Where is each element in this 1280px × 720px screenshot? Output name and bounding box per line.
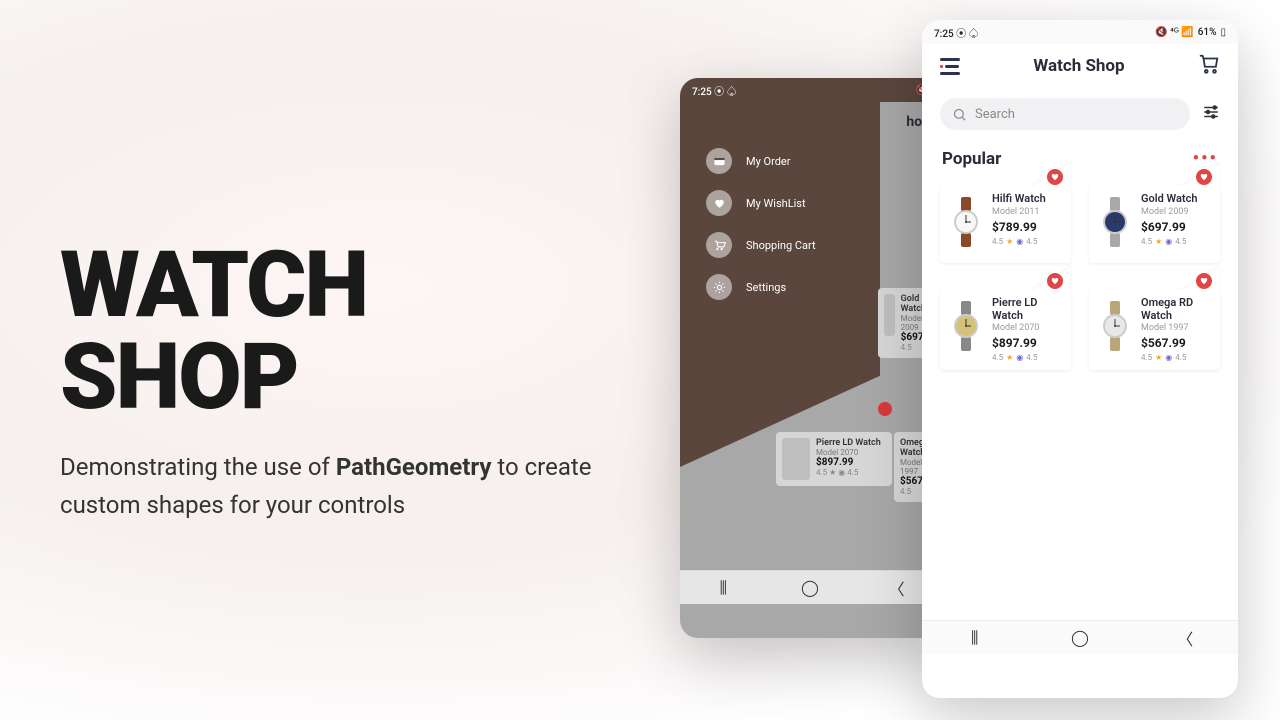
nav-drawer: My Order My WishList Shopping Cart Settings: [680, 102, 880, 467]
headline: WATCH SHOP: [60, 240, 620, 424]
drawer-item-icon: [706, 274, 732, 300]
status-time: 7:25: [692, 87, 712, 98]
subline-bold: PathGeometry: [336, 453, 492, 481]
status-bar: 7:25 ⦿ ♤ 🔇: [680, 78, 940, 102]
product-card[interactable]: Pierre LD WatchModel 2070 $897.99 4.5 ★ ◉ …: [940, 289, 1071, 370]
product-name: Gold Watch: [1141, 193, 1212, 206]
nav-recent-icon[interactable]: ⫼: [957, 628, 993, 648]
watch-thumbnail: [1097, 193, 1133, 251]
nav-back-icon[interactable]: 〈: [1167, 626, 1203, 650]
search-placeholder: Search: [975, 107, 1015, 122]
drawer-item-label: Shopping Cart: [746, 239, 816, 252]
nav-home-icon[interactable]: ◯: [792, 578, 828, 597]
product-rating: 4.5 ★ ◉ 4.5: [816, 468, 881, 477]
favorite-button[interactable]: [1047, 273, 1063, 289]
product-name: Hilfi Watch: [992, 193, 1063, 206]
phone-drawer: 7:25 ⦿ ♤ 🔇 hop My OrderMy WishListShoppi…: [680, 78, 940, 638]
status-icons: 🔇 ⁴ᴳ 📶 61% ▯: [1155, 27, 1226, 38]
drawer-item-label: My Order: [746, 155, 791, 168]
drawer-item[interactable]: Settings: [706, 274, 880, 300]
product-card[interactable]: Gold WatchModel 2009 $697.99 4.5 ★ ◉ 4.5: [1089, 185, 1220, 263]
menu-icon[interactable]: [940, 58, 960, 75]
product-name: Pierre LD Watch: [816, 438, 881, 448]
drawer-item-icon: [706, 190, 732, 216]
app-bar: Watch Shop: [922, 44, 1238, 88]
nav-back-icon[interactable]: 〈: [879, 576, 915, 600]
status-battery: 61%: [1198, 27, 1217, 38]
favorite-button[interactable]: [1196, 273, 1212, 289]
android-navbar: ⫼ ◯ 〈: [922, 620, 1238, 654]
status-time: 7:25: [934, 29, 954, 40]
subline: Demonstrating the use of PathGeometry to…: [60, 448, 620, 525]
nav-recent-icon[interactable]: ⫼: [705, 578, 741, 598]
product-rating: 4.5 ★ ◉ 4.5: [992, 237, 1063, 246]
drawer-item-label: Settings: [746, 281, 786, 294]
product-rating: 4.5 ★ ◉ 4.5: [1141, 353, 1212, 362]
watch-thumbnail: [948, 193, 984, 251]
watch-thumbnail: [782, 438, 810, 480]
product-price: $567.99: [1141, 336, 1212, 350]
favorite-button[interactable]: [1196, 169, 1212, 185]
product-price: $789.99: [992, 220, 1063, 234]
product-model: Model 2011: [992, 207, 1063, 217]
drawer-item-icon: [706, 232, 732, 258]
status-bar: 7:25 ⦿ ♤ 🔇 ⁴ᴳ 📶 61% ▯: [922, 20, 1238, 44]
product-card[interactable]: Omega RD WatchModel 1997 $567.99 4.5 ★ ◉ 4…: [1089, 289, 1220, 370]
product-model: Model 2009: [1141, 207, 1212, 217]
product-name: Omega RD Watch: [1141, 297, 1212, 322]
drawer-item-icon: [706, 148, 732, 174]
favorite-button[interactable]: [1047, 169, 1063, 185]
drawer-item[interactable]: My WishList: [706, 190, 880, 216]
drawer-item-label: My WishList: [746, 197, 806, 210]
cart-icon[interactable]: [1198, 53, 1220, 79]
heart-icon[interactable]: [878, 402, 892, 416]
drawer-item[interactable]: Shopping Cart: [706, 232, 880, 258]
product-price: $697.99: [1141, 220, 1212, 234]
product-rating: 4.5 ★ ◉ 4.5: [992, 353, 1063, 362]
app-title: Watch Shop: [1033, 56, 1124, 76]
filter-icon[interactable]: [1202, 103, 1220, 125]
nav-home-icon[interactable]: ◯: [1062, 628, 1098, 647]
product-model: Model 2070: [992, 323, 1063, 333]
drawer-item[interactable]: My Order: [706, 148, 880, 174]
product-card[interactable]: Hilfi WatchModel 2011 $789.99 4.5 ★ ◉ 4.5: [940, 185, 1071, 263]
product-price: $897.99: [992, 336, 1063, 350]
subline-pre: Demonstrating the use of: [60, 453, 336, 481]
search-icon: [952, 107, 967, 122]
product-name: Pierre LD Watch: [992, 297, 1063, 322]
product-model: Model 2070: [816, 448, 881, 457]
search-input[interactable]: Search: [940, 98, 1190, 130]
android-navbar: ⫼ ◯ 〈: [680, 570, 940, 604]
watch-thumbnail: [1097, 297, 1133, 355]
phone-main: 7:25 ⦿ ♤ 🔇 ⁴ᴳ 📶 61% ▯ Watch Shop Search: [922, 20, 1238, 698]
section-title: Popular: [942, 149, 1001, 169]
watch-thumbnail: [948, 297, 984, 355]
watch-thumbnail: [884, 294, 895, 336]
product-price: $897.99: [816, 457, 881, 468]
product-rating: 4.5 ★ ◉ 4.5: [1141, 237, 1212, 246]
product-model: Model 1997: [1141, 323, 1212, 333]
